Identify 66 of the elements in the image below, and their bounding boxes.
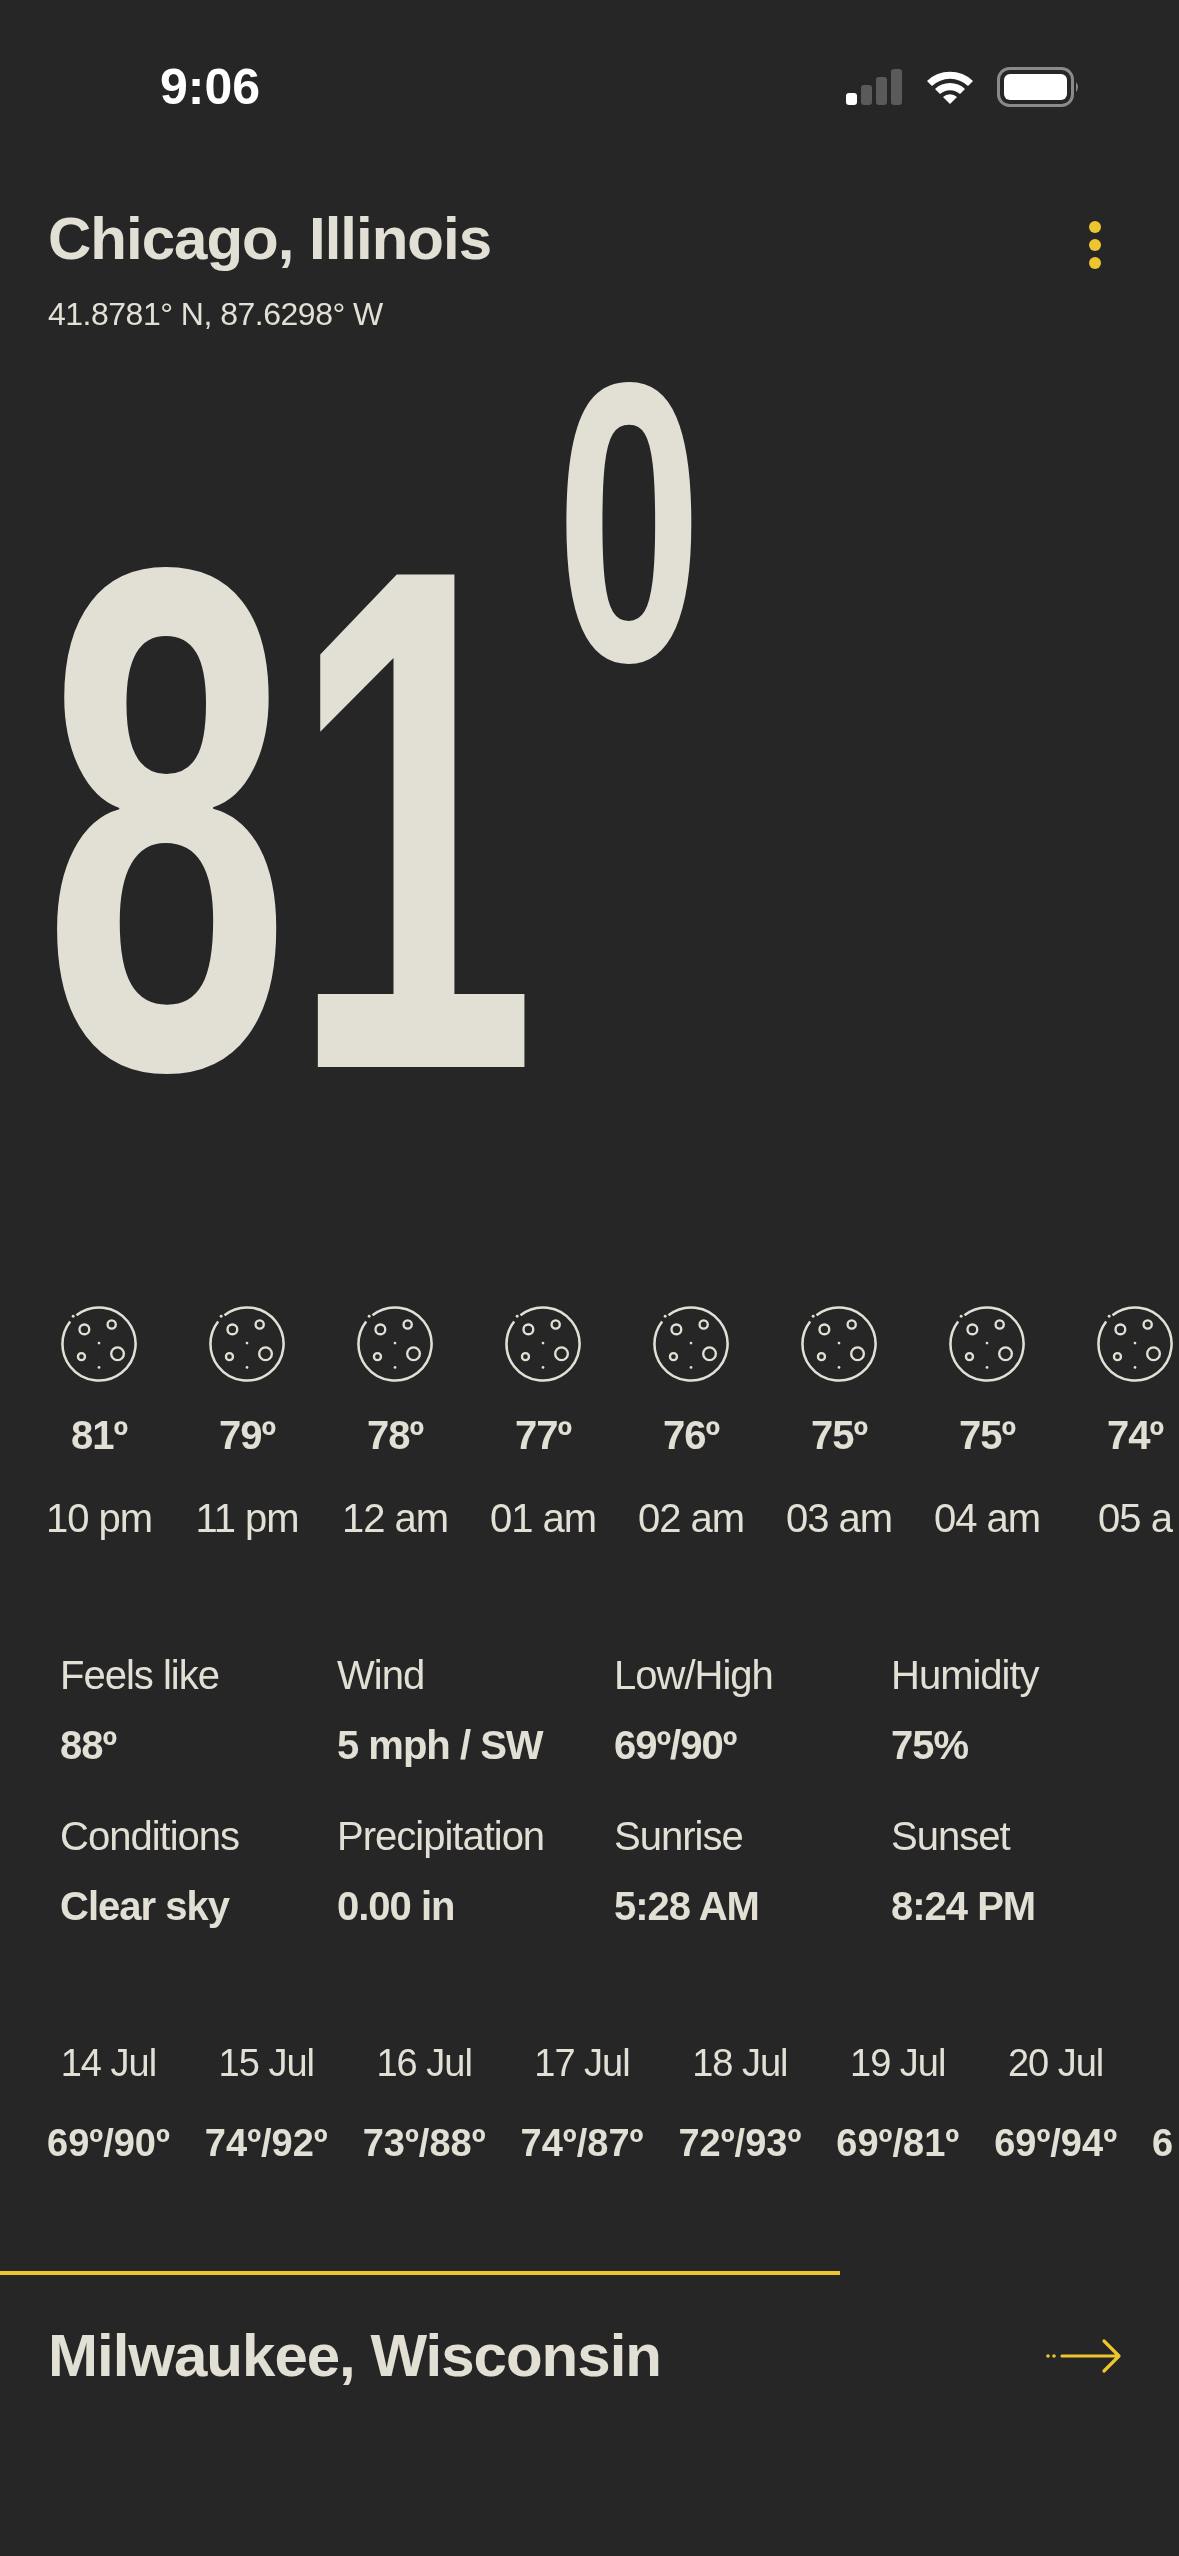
detail-label: Sunrise [614,1813,743,1859]
daily-temperature-range: 73º/88º [362,2121,486,2165]
hourly-temperature: 76º [662,1413,720,1457]
detail-label: Humidity [891,1652,1039,1698]
coordinates-text: 41.8781° N, 87.6298° W [48,295,383,333]
detail-label: Conditions [60,1813,239,1859]
hourly-temperature: 77º [514,1413,572,1457]
detail-label: Sunset [891,1813,1010,1859]
daily-temperature-range: 6 [1152,2121,1174,2165]
detail-label: Feels like [60,1652,219,1698]
daily-temperature-range: 72º/93º [678,2121,802,2165]
more-icon[interactable] [1088,220,1102,270]
daily-temperature-range: 69º/81º [836,2121,960,2165]
daily-temperature-range: 74º/87º [520,2121,644,2165]
signal-icon [846,69,903,105]
current-temperature: 81 [43,551,537,1088]
daily-date: 18 Jul [692,2041,788,2085]
hourly-time: 04 am [933,1496,1041,1540]
daily-date: 20 Jul [1007,2041,1104,2085]
hourly-temperature: 74º [1106,1413,1164,1457]
hourly-temperature: 75º [810,1413,868,1457]
hourly-time: 03 am [785,1496,893,1540]
moon-icon [208,1305,286,1383]
detail-value: 88º [60,1722,117,1768]
detail-value: 5:28 AM [614,1883,759,1929]
daily-date: 17 Jul [534,2041,630,2085]
moon-icon [1096,1305,1174,1383]
hourly-temperature: 81º [70,1413,128,1457]
daily-date: 15 Jul [218,2041,314,2085]
battery-icon [997,67,1080,107]
next-city-name[interactable]: Milwaukee, Wisconsin [48,2323,661,2389]
daily-date: 19 Jul [850,2041,946,2085]
moon-icon [504,1305,582,1383]
moon-icon [800,1305,878,1383]
hourly-time: 12 am [341,1496,449,1540]
detail-value: 8:24 PM [891,1883,1036,1929]
moon-icon [60,1305,138,1383]
hourly-time: 05 a [1098,1496,1172,1540]
daily-temperature-range: 69º/94º [994,2121,1117,2165]
daily-date: 16 Jul [376,2041,472,2085]
status-time: 9:06 [160,60,261,114]
detail-label: Low/High [614,1652,773,1698]
hourly-time: 01 am [489,1496,597,1540]
detail-value: Clear sky [60,1883,229,1929]
degree-mark: 0 [556,373,703,672]
detail-value: 5 mph / SW [337,1722,543,1768]
detail-value: 69º/90º [614,1722,737,1768]
detail-label: Precipitation [337,1813,545,1859]
wifi-icon [925,69,975,105]
moon-icon [948,1305,1026,1383]
hourly-time: 10 pm [45,1496,153,1540]
hourly-time: 11 pm [195,1496,299,1540]
detail-label: Wind [337,1652,425,1698]
arrow-right-icon[interactable] [1046,2338,1122,2374]
moon-icon [652,1305,730,1383]
daily-temperature-range: 74º/92º [204,2121,328,2165]
hourly-temperature: 78º [366,1413,424,1457]
hourly-temperature: 79º [218,1413,276,1457]
moon-icon [356,1305,434,1383]
detail-value: 0.00 in [337,1883,455,1929]
hourly-temperature: 75º [958,1413,1016,1457]
daily-temperature-range: 69º/90º [47,2121,170,2165]
hourly-time: 02 am [637,1496,745,1540]
city-title: Chicago, Illinois [48,206,492,272]
daily-date: 14 Jul [60,2041,157,2085]
detail-value: 75% [891,1722,969,1768]
